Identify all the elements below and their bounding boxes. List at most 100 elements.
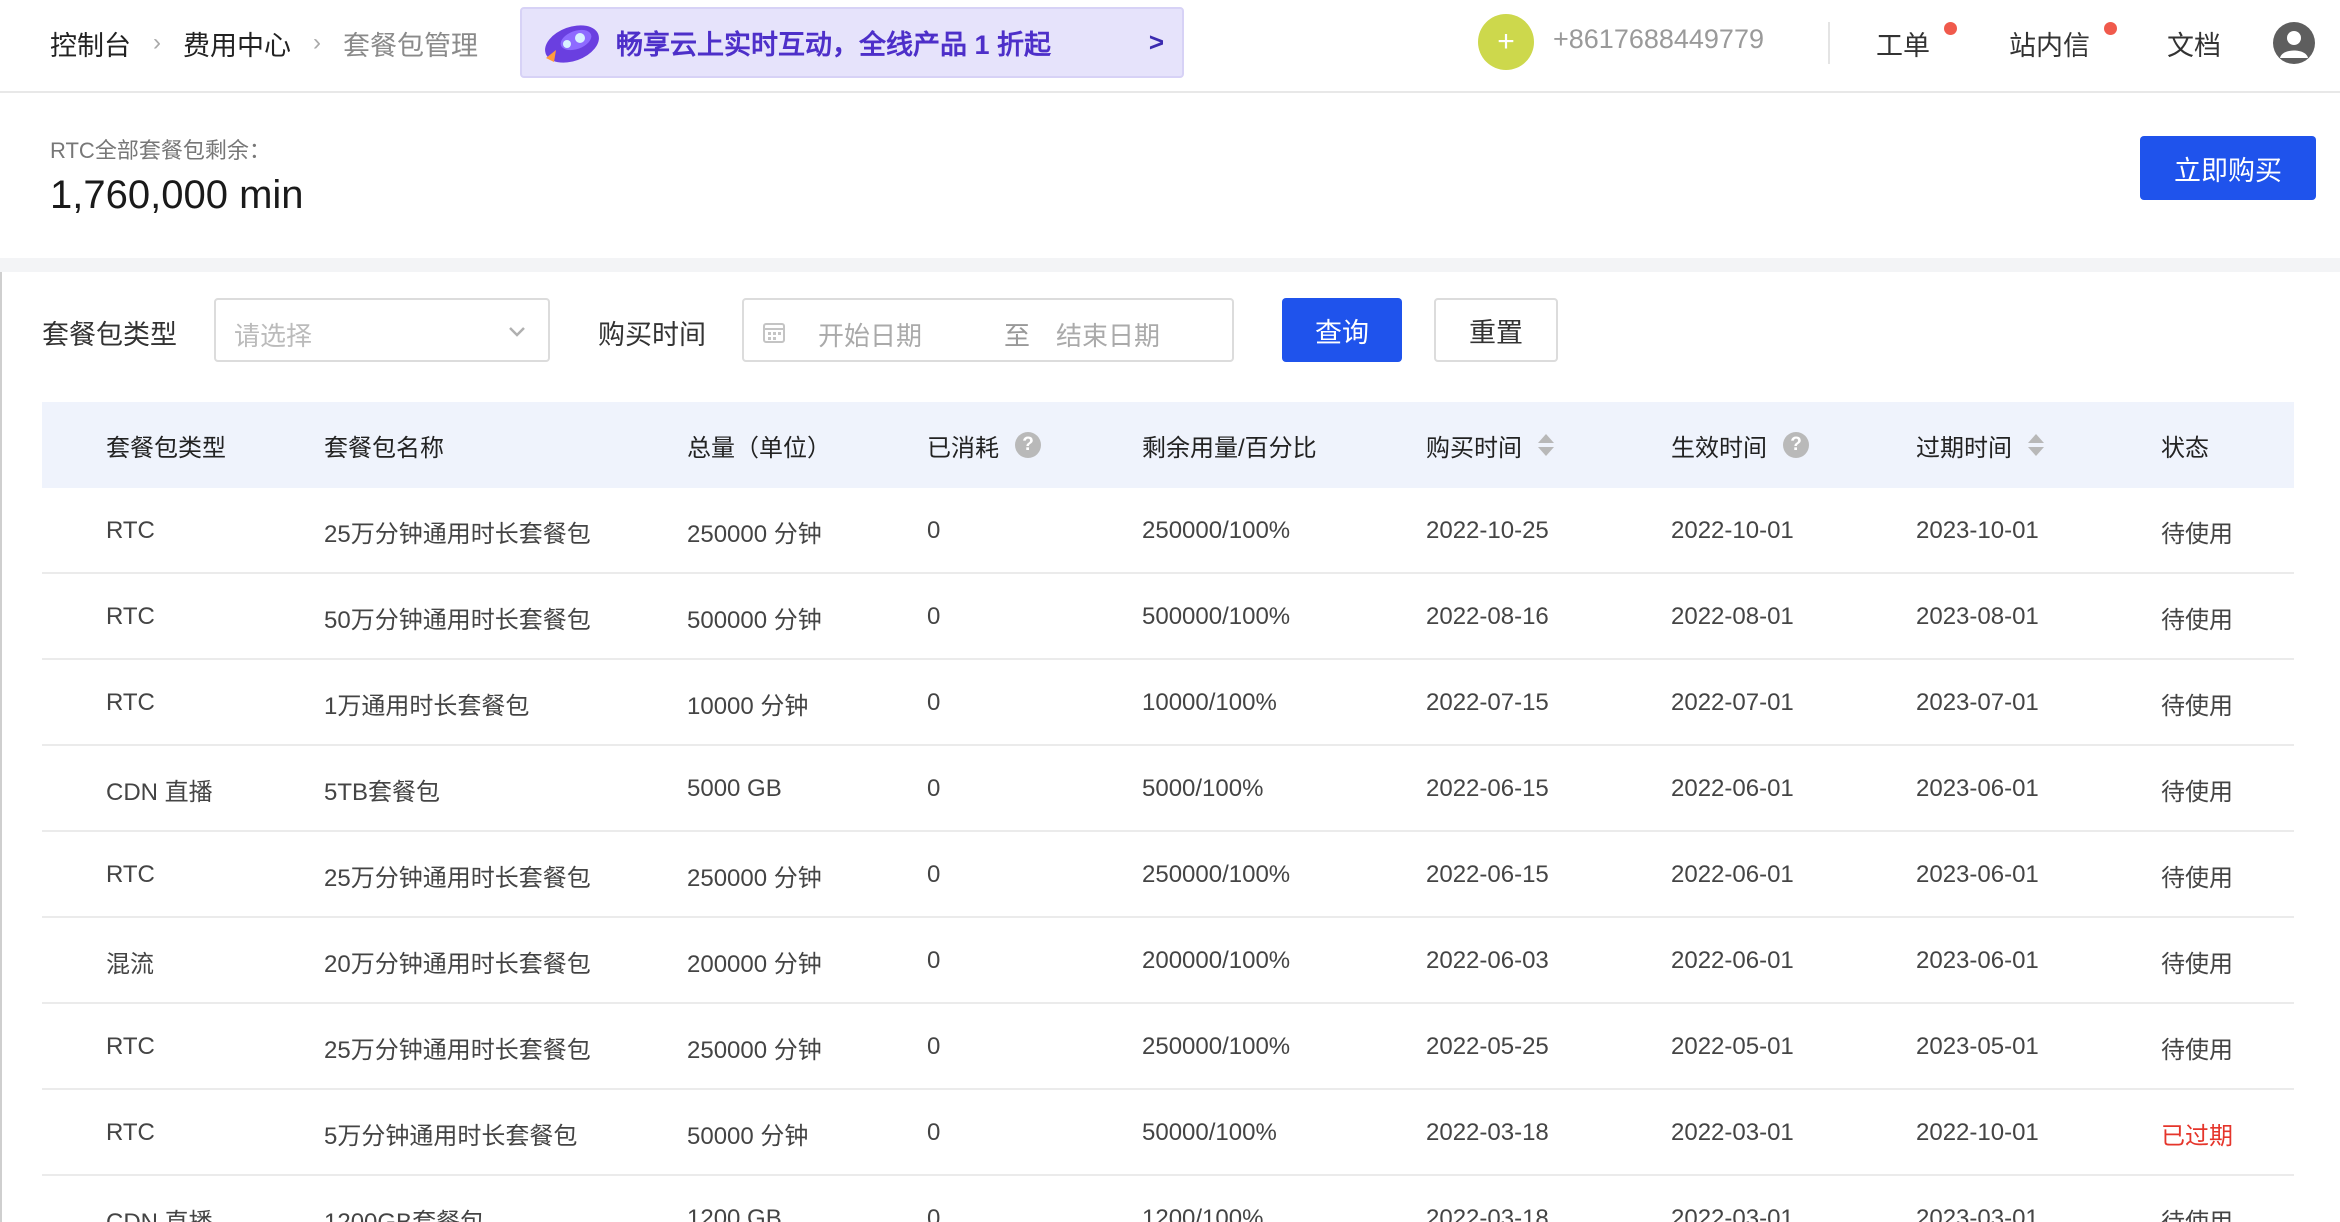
help-icon[interactable]: ? xyxy=(1783,432,1809,458)
top-navigation-bar: 控制台 › 费用中心 › 套餐包管理 畅享云上实时互动，全线产品 1 折起 > … xyxy=(0,0,2340,93)
cell-remaining: 5000/100% xyxy=(1142,775,1264,802)
cell-consumed: 0 xyxy=(927,1119,941,1146)
column-header-label: 剩余用量/百分比 xyxy=(1142,434,1317,462)
cell-purchase-time: 2022-10-25 xyxy=(1426,517,1549,544)
cell-status: 待使用 xyxy=(2161,864,2233,892)
cell-name: 1200GB套餐包 xyxy=(324,1208,485,1222)
docs-link[interactable]: 文档 xyxy=(2167,24,2221,63)
cell-expire-time: 2023-06-01 xyxy=(1916,947,2039,974)
cell-status: 待使用 xyxy=(2161,778,2233,806)
summary-label: RTC全部套餐包剩余： xyxy=(50,138,271,163)
cell-purchase-time: 2022-08-16 xyxy=(1426,603,1549,630)
cell-consumed: 0 xyxy=(927,1033,941,1060)
cell-effective-time: 2022-08-01 xyxy=(1671,603,1794,630)
column-header-remaining: 剩余用量/百分比 xyxy=(1142,402,1317,488)
purchase-date-range-picker[interactable]: 开始日期 至 结束日期 xyxy=(742,298,1234,362)
cell-name: 20万分钟通用时长套餐包 xyxy=(324,950,591,978)
cell-name: 5万分钟通用时长套餐包 xyxy=(324,1122,578,1150)
messages-link[interactable]: 站内信 xyxy=(2009,24,2090,63)
column-header-label: 总量（单位） xyxy=(687,434,831,462)
cell-effective-time: 2022-07-01 xyxy=(1671,689,1794,716)
query-button[interactable]: 查询 xyxy=(1282,298,1402,362)
cell-expire-time: 2023-05-01 xyxy=(1916,1033,2039,1060)
cell-status: 待使用 xyxy=(2161,1208,2233,1222)
table-row: 混流 20万分钟通用时长套餐包 200000 分钟 0 200000/100% 2022-… xyxy=(42,918,2294,1004)
cell-name: 25万分钟通用时长套餐包 xyxy=(324,864,591,892)
table-row: CDN 直播 5TB套餐包 5000 GB 0 5000/100% 2022-06-15 2… xyxy=(42,746,2294,832)
column-header-name: 套餐包名称 xyxy=(324,402,444,488)
cell-status: 待使用 xyxy=(2161,692,2233,720)
cell-remaining: 1200/100% xyxy=(1142,1205,1264,1222)
buy-now-button[interactable]: 立即购买 xyxy=(2140,136,2316,200)
cell-purchase-time: 2022-06-03 xyxy=(1426,947,1549,974)
start-date-input[interactable]: 开始日期 xyxy=(818,316,922,353)
breadcrumb: 控制台 › 费用中心 › 套餐包管理 xyxy=(50,0,478,86)
table-row: RTC 25万分钟通用时长套餐包 250000 分钟 0 250000/100% 2022… xyxy=(42,488,2294,574)
promo-banner[interactable]: 畅享云上实时互动，全线产品 1 折起 > xyxy=(520,7,1184,78)
cell-consumed: 0 xyxy=(927,775,941,802)
sort-icon[interactable] xyxy=(1538,434,1554,456)
cell-purchase-time: 2022-06-15 xyxy=(1426,861,1549,888)
column-header-total: 总量（单位） xyxy=(687,402,831,488)
column-header-expire-time[interactable]: 过期时间 xyxy=(1916,402,2044,488)
chevron-right-icon: › xyxy=(313,29,321,56)
column-header-type: 套餐包类型 xyxy=(106,402,226,488)
section-divider xyxy=(0,258,2340,272)
messages-notification-dot xyxy=(2104,22,2117,35)
cell-total: 250000 分钟 xyxy=(687,864,822,892)
cell-name: 25万分钟通用时长套餐包 xyxy=(324,1036,591,1064)
package-summary-panel: RTC全部套餐包剩余： 1,760,000 min 立即购买 xyxy=(0,93,2340,258)
package-type-select[interactable]: 请选择 xyxy=(214,298,550,362)
column-header-label: 生效时间 xyxy=(1671,434,1767,462)
cell-status: 待使用 xyxy=(2161,606,2233,634)
table-row: RTC 50万分钟通用时长套餐包 500000 分钟 0 500000/100% 2022… xyxy=(42,574,2294,660)
account-phone[interactable]: +8617688449779 xyxy=(1553,24,1764,55)
cell-purchase-time: 2022-03-18 xyxy=(1426,1205,1549,1222)
user-profile-icon[interactable] xyxy=(2273,22,2315,64)
calendar-icon xyxy=(763,323,785,343)
cell-name: 25万分钟通用时长套餐包 xyxy=(324,520,591,548)
cell-effective-time: 2022-06-01 xyxy=(1671,775,1794,802)
chevron-right-icon: › xyxy=(153,29,161,56)
column-header-label: 过期时间 xyxy=(1916,434,2012,462)
ticket-link[interactable]: 工单 xyxy=(1876,24,1930,63)
cell-remaining: 250000/100% xyxy=(1142,517,1291,544)
cell-consumed: 0 xyxy=(927,947,941,974)
cell-type: CDN 直播 xyxy=(106,778,213,806)
package-type-label: 套餐包类型 xyxy=(42,320,177,350)
cell-purchase-time: 2022-07-15 xyxy=(1426,689,1549,716)
cell-consumed: 0 xyxy=(927,517,941,544)
cell-remaining: 50000/100% xyxy=(1142,1119,1277,1146)
cell-expire-time: 2023-06-01 xyxy=(1916,861,2039,888)
cell-type: RTC xyxy=(106,689,155,716)
cell-consumed: 0 xyxy=(927,1205,941,1222)
cell-total: 10000 分钟 xyxy=(687,692,809,720)
cell-purchase-time: 2022-05-25 xyxy=(1426,1033,1549,1060)
account-avatar[interactable]: + xyxy=(1478,14,1534,70)
cell-effective-time: 2022-10-01 xyxy=(1671,517,1794,544)
table-row: RTC 5万分钟通用时长套餐包 50000 分钟 0 50000/100% 2022-03… xyxy=(42,1090,2294,1176)
cell-type: 混流 xyxy=(106,950,154,978)
help-icon[interactable]: ? xyxy=(1015,432,1041,458)
reset-button[interactable]: 重置 xyxy=(1434,298,1558,362)
rocket-badge-icon xyxy=(545,24,599,63)
cell-expire-time: 2023-03-01 xyxy=(1916,1205,2039,1222)
cell-remaining: 200000/100% xyxy=(1142,947,1291,974)
cell-status: 待使用 xyxy=(2161,520,2233,548)
date-range-separator: 至 xyxy=(1004,321,1031,351)
cell-name: 50万分钟通用时长套餐包 xyxy=(324,606,591,634)
breadcrumb-billing[interactable]: 费用中心 xyxy=(183,24,291,63)
cell-total: 500000 分钟 xyxy=(687,606,822,634)
sort-icon[interactable] xyxy=(2028,434,2044,456)
cell-effective-time: 2022-06-01 xyxy=(1671,861,1794,888)
end-date-input[interactable]: 结束日期 xyxy=(1056,316,1160,353)
column-header-label: 套餐包类型 xyxy=(106,434,226,462)
cell-expire-time: 2023-10-01 xyxy=(1916,517,2039,544)
table-row: RTC 25万分钟通用时长套餐包 250000 分钟 0 250000/100% 2022… xyxy=(42,832,2294,918)
cell-status: 待使用 xyxy=(2161,950,2233,978)
column-header-status: 状态 xyxy=(2161,402,2209,488)
breadcrumb-console[interactable]: 控制台 xyxy=(50,24,131,63)
cell-consumed: 0 xyxy=(927,689,941,716)
column-header-purchase-time[interactable]: 购买时间 xyxy=(1426,402,1554,488)
cell-effective-time: 2022-03-01 xyxy=(1671,1119,1794,1146)
